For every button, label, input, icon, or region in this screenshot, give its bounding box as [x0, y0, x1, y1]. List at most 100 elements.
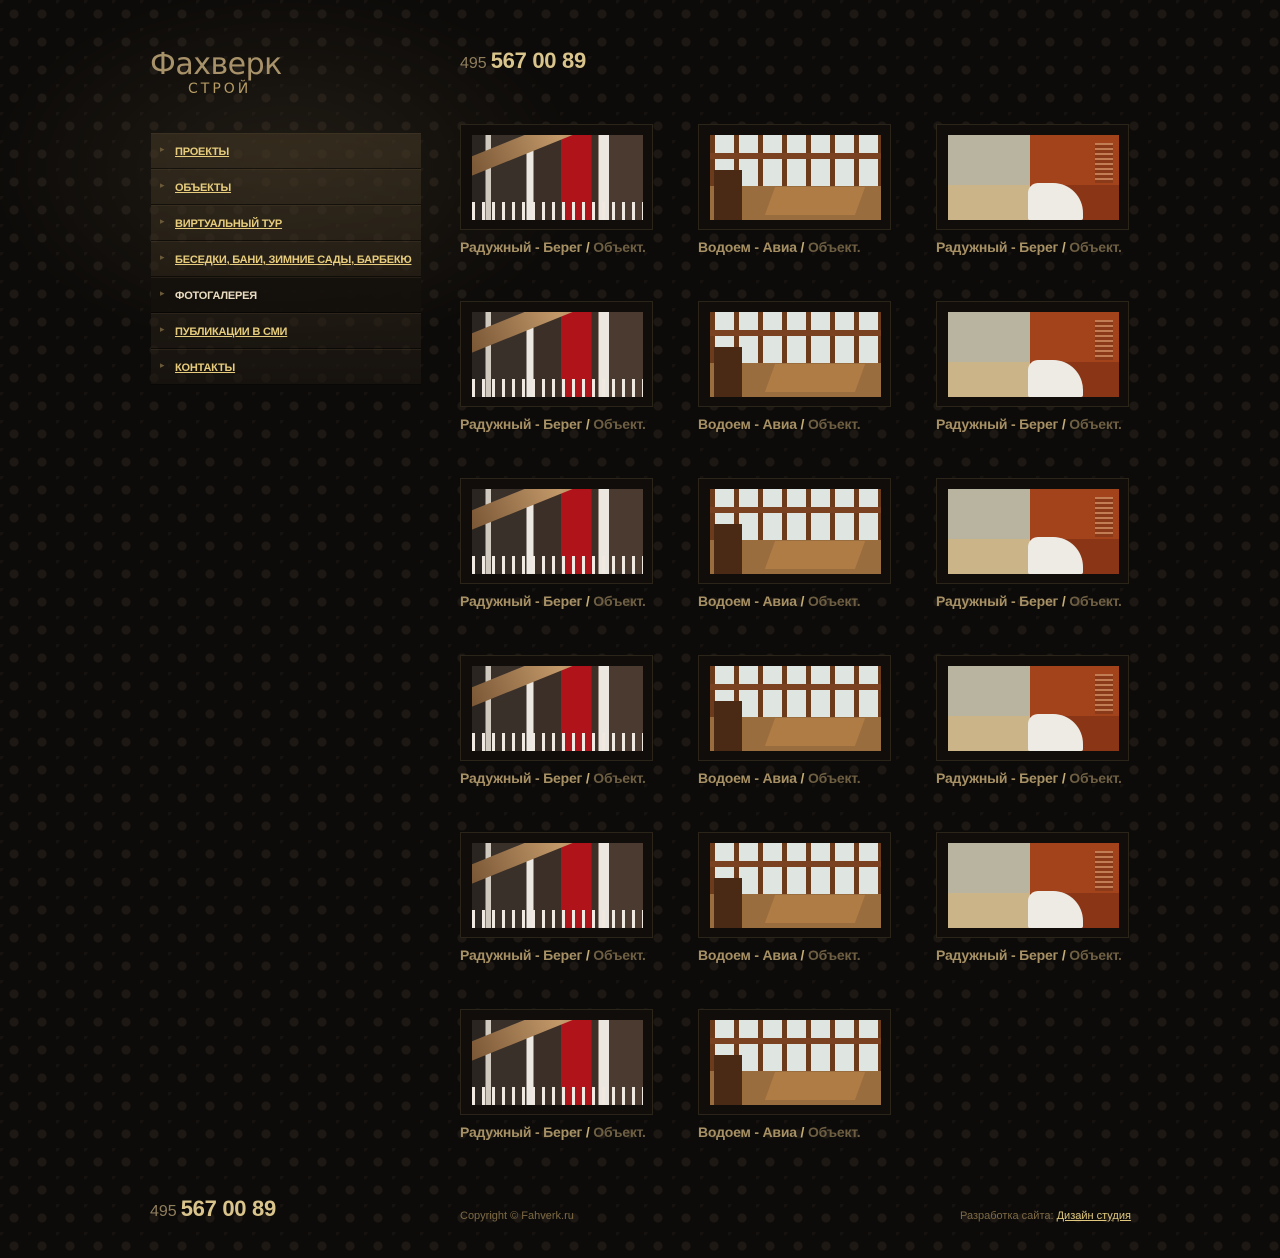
gallery-item: Радужный - Берег / Объект. [460, 301, 700, 451]
photo-window-room [710, 489, 881, 574]
gallery-thumbnail[interactable] [936, 301, 1129, 407]
caption-kind: Объект. [593, 239, 646, 255]
gallery-thumbnail[interactable] [936, 478, 1129, 584]
triangle-right-icon: ▸ [160, 252, 165, 262]
triangle-right-icon: ▸ [160, 324, 165, 334]
menu-item-objects[interactable]: ▸ ОБЪЕКТЫ [151, 169, 421, 205]
gallery-thumbnail[interactable] [460, 1009, 653, 1115]
menu-link-active[interactable]: ФОТОГАЛЕРЕЯ [175, 290, 257, 302]
gallery-caption: Радужный - Берег / Объект. [936, 593, 1122, 609]
caption-name[interactable]: Водоем - Авиа [698, 593, 797, 609]
photo-porch-red-door [472, 843, 643, 928]
menu-item-photo-gallery[interactable]: ▸ ФОТОГАЛЕРЕЯ [151, 277, 421, 313]
caption-separator: / [585, 416, 590, 432]
gallery-item: Водоем - Авиа / Объект. [698, 301, 938, 451]
gallery-thumbnail[interactable] [460, 478, 653, 584]
gallery-item: Водоем - Авиа / Объект. [698, 655, 938, 805]
triangle-right-icon: ▸ [160, 360, 165, 370]
gallery-thumbnail[interactable] [698, 478, 891, 584]
developer-link[interactable]: Дизайн студия [1057, 1210, 1131, 1222]
gallery-caption: Радужный - Берег / Объект. [460, 593, 646, 609]
gallery-item: Радужный - Берег / Объект. [936, 655, 1176, 805]
menu-item-virtual-tour[interactable]: ▸ ВИРТУАЛЬНЫЙ ТУР [151, 205, 421, 241]
menu-link[interactable]: ПРОЕКТЫ [175, 146, 229, 158]
caption-kind: Объект. [593, 770, 646, 786]
menu-link[interactable]: ОБЪЕКТЫ [175, 182, 231, 194]
photo-bathroom [948, 666, 1119, 751]
gallery-caption: Радужный - Берег / Объект. [460, 1124, 646, 1140]
triangle-right-icon: ▸ [160, 144, 165, 154]
gallery-thumbnail[interactable] [460, 832, 653, 938]
photo-window-room [710, 666, 881, 751]
caption-separator: / [800, 947, 805, 963]
caption-separator: / [585, 947, 590, 963]
gallery-thumbnail[interactable] [460, 124, 653, 230]
caption-kind: Объект. [593, 1124, 646, 1140]
menu-link[interactable]: БЕСЕДКИ, БАНИ, ЗИМНИЕ САДЫ, БАРБЕКЮ [175, 254, 412, 266]
menu-link[interactable]: ВИРТУАЛЬНЫЙ ТУР [175, 218, 282, 230]
caption-name[interactable]: Радужный - Берег [460, 416, 582, 432]
caption-name[interactable]: Водоем - Авиа [698, 239, 797, 255]
footer-phone: 495 567 00 89 [150, 1196, 276, 1222]
caption-kind: Объект. [807, 416, 861, 432]
gallery-item: Водоем - Авиа / Объект. [698, 124, 938, 274]
caption-name[interactable]: Радужный - Берег [460, 593, 582, 609]
menu-link[interactable]: КОНТАКТЫ [175, 362, 235, 374]
caption-name[interactable]: Радужный - Берег [936, 239, 1058, 255]
triangle-right-icon: ▸ [160, 288, 165, 298]
caption-separator: / [585, 1124, 590, 1140]
photo-window-room [710, 843, 881, 928]
gallery-thumbnail[interactable] [698, 301, 891, 407]
gallery-caption: Водоем - Авиа / Объект. [698, 1124, 861, 1140]
gallery-thumbnail[interactable] [936, 655, 1129, 761]
gallery-thumbnail[interactable] [698, 655, 891, 761]
gallery-item: Радужный - Берег / Объект. [936, 478, 1176, 628]
copyright: Copyright © Fahverk.ru [460, 1210, 574, 1222]
photo-porch-red-door [472, 135, 643, 220]
photo-porch-red-door [472, 489, 643, 574]
caption-name[interactable]: Радужный - Берег [460, 239, 582, 255]
gallery-thumbnail[interactable] [698, 832, 891, 938]
caption-kind: Объект. [593, 416, 646, 432]
caption-name[interactable]: Радужный - Берег [460, 1124, 582, 1140]
gallery-item: Водоем - Авиа / Объект. [698, 1009, 938, 1159]
gallery-thumbnail[interactable] [936, 832, 1129, 938]
caption-name[interactable]: Радужный - Берег [936, 947, 1058, 963]
caption-name[interactable]: Водоем - Авиа [698, 770, 797, 786]
caption-name[interactable]: Радужный - Берег [936, 770, 1058, 786]
gallery-thumbnail[interactable] [460, 655, 653, 761]
caption-separator: / [800, 416, 805, 432]
gallery-thumbnail[interactable] [936, 124, 1129, 230]
caption-name[interactable]: Радужный - Берег [460, 947, 582, 963]
gallery-caption: Радужный - Берег / Объект. [936, 947, 1122, 963]
caption-name[interactable]: Радужный - Берег [460, 770, 582, 786]
triangle-right-icon: ▸ [160, 216, 165, 226]
phone-code: 495 [150, 1203, 177, 1220]
menu-link[interactable]: ПУБЛИКАЦИИ В СМИ [175, 326, 287, 338]
gallery-thumbnail[interactable] [698, 124, 891, 230]
logo[interactable]: Фахверк СТРОЙ [150, 48, 310, 104]
gallery-item: Радужный - Берег / Объект. [460, 124, 700, 274]
caption-name[interactable]: Радужный - Берег [936, 416, 1058, 432]
caption-separator: / [585, 239, 590, 255]
caption-name[interactable]: Водоем - Авиа [698, 416, 797, 432]
photo-bathroom [948, 843, 1119, 928]
gallery-thumbnail[interactable] [460, 301, 653, 407]
caption-name[interactable]: Водоем - Авиа [698, 1124, 797, 1140]
gallery-caption: Водоем - Авиа / Объект. [698, 770, 861, 786]
menu-item-projects[interactable]: ▸ ПРОЕКТЫ [151, 133, 421, 169]
caption-name[interactable]: Водоем - Авиа [698, 947, 797, 963]
photo-porch-red-door [472, 666, 643, 751]
gallery-caption: Радужный - Берег / Объект. [460, 770, 646, 786]
caption-kind: Объект. [807, 239, 861, 255]
gallery-caption: Радужный - Берег / Объект. [936, 239, 1122, 255]
caption-kind: Объект. [1069, 593, 1122, 609]
gallery-thumbnail[interactable] [698, 1009, 891, 1115]
caption-kind: Объект. [807, 1124, 861, 1140]
menu-item-publications[interactable]: ▸ ПУБЛИКАЦИИ В СМИ [151, 313, 421, 349]
caption-separator: / [800, 239, 805, 255]
menu-item-contacts[interactable]: ▸ КОНТАКТЫ [151, 349, 421, 385]
gallery-caption: Водоем - Авиа / Объект. [698, 947, 861, 963]
menu-item-gazebos[interactable]: ▸ БЕСЕДКИ, БАНИ, ЗИМНИЕ САДЫ, БАРБЕКЮ [151, 241, 421, 277]
caption-name[interactable]: Радужный - Берег [936, 593, 1058, 609]
